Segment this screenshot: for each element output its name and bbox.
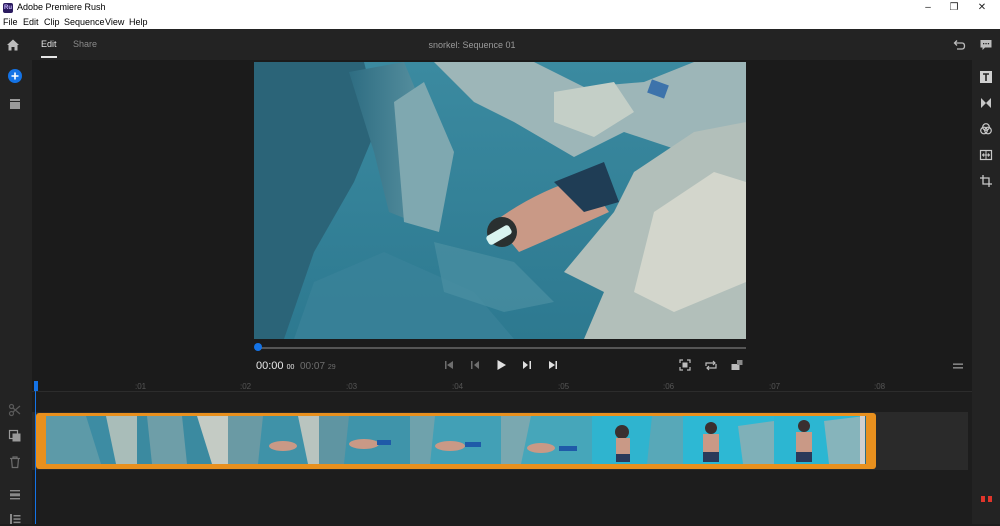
menu-view[interactable]: View [105, 17, 124, 27]
menu-sequence[interactable]: Sequence [64, 17, 105, 27]
crop-icon[interactable] [979, 174, 993, 188]
clip-thumbnail [592, 416, 683, 464]
duration-time: 00:07 [300, 361, 326, 372]
comment-icon[interactable] [979, 38, 993, 52]
tab-share[interactable]: Share [73, 39, 97, 49]
ruler-tick: :06 [663, 382, 675, 391]
add-icon[interactable] [8, 69, 22, 83]
close-button[interactable]: ✕ [972, 1, 992, 15]
right-toolbar [972, 60, 1000, 524]
window-titlebar: Ru Adobe Premiere Rush – ❐ ✕ [0, 0, 1000, 16]
titles-icon[interactable] [979, 70, 993, 84]
speed-icon[interactable] [979, 148, 993, 162]
loop-icon[interactable] [704, 358, 718, 372]
step-back-icon[interactable] [468, 358, 482, 372]
menu-edit[interactable]: Edit [23, 17, 39, 27]
delete-icon[interactable] [8, 455, 22, 469]
step-forward-icon[interactable] [520, 358, 534, 372]
panel-menu-icon[interactable] [951, 359, 965, 373]
timeline-clip[interactable] [36, 413, 876, 469]
split-icon[interactable] [8, 403, 22, 417]
transitions-icon[interactable] [979, 96, 993, 110]
track-controls-icon[interactable] [8, 487, 22, 501]
aspect-ratio-icon[interactable] [730, 358, 744, 372]
ruler-tick: :08 [874, 382, 886, 391]
clip-thumbnail [774, 416, 865, 464]
current-timecode: 00:00 00 [256, 360, 294, 372]
timeline-playhead-handle[interactable] [34, 381, 38, 391]
clip-thumbnail [137, 416, 228, 464]
minimize-button[interactable]: – [918, 1, 938, 15]
timeline-ruler[interactable] [32, 380, 972, 392]
go-to-start-icon[interactable] [442, 358, 456, 372]
undo-icon[interactable] [952, 38, 966, 52]
color-icon[interactable] [979, 122, 993, 136]
home-icon[interactable] [6, 38, 20, 52]
audio-meter-right [988, 496, 992, 502]
sequence-title: snorkel: Sequence 01 [428, 40, 516, 50]
menu-file[interactable]: File [3, 17, 18, 27]
clip-thumbnail [501, 416, 592, 464]
timeline-playhead-line [35, 391, 36, 524]
maximize-button[interactable]: ❐ [944, 1, 964, 15]
clip-thumbnail [46, 416, 137, 464]
menu-clip[interactable]: Clip [44, 17, 60, 27]
ruler-tick: :05 [558, 382, 570, 391]
playback-scrubber-track[interactable] [256, 347, 746, 349]
duplicate-icon[interactable] [8, 429, 22, 443]
top-bar: Edit Share snorkel: Sequence 01 [0, 29, 1000, 60]
current-time: 00:00 [256, 360, 284, 372]
video-preview[interactable] [254, 62, 746, 339]
active-tab-indicator [41, 56, 57, 58]
menu-help[interactable]: Help [129, 17, 148, 27]
ruler-tick: :04 [452, 382, 464, 391]
clip-thumbnail [319, 416, 410, 464]
ruler-tick: :07 [769, 382, 781, 391]
menu-bar: File Edit Clip Sequence View Help [0, 16, 1000, 29]
playback-scrubber-handle[interactable] [254, 343, 262, 351]
duration-timecode: 00:07 29 [300, 361, 336, 372]
left-toolbar [0, 60, 32, 524]
clip-filmstrip [46, 416, 866, 464]
duration-frames: 29 [327, 364, 336, 371]
clip-thumbnail [683, 416, 774, 464]
play-icon[interactable] [494, 358, 508, 372]
underwater-frame-image [254, 62, 746, 339]
fit-frame-icon[interactable] [678, 358, 692, 372]
audio-meter-left [981, 496, 985, 502]
go-to-end-icon[interactable] [546, 358, 560, 372]
window-title: Adobe Premiere Rush [17, 2, 106, 12]
ruler-tick: :03 [346, 382, 358, 391]
current-frames: 00 [286, 364, 295, 371]
ruler-tick: :02 [240, 382, 252, 391]
ruler-tick: :01 [135, 382, 147, 391]
premiere-rush-app-icon: Ru [3, 3, 13, 13]
media-icon[interactable] [8, 97, 22, 111]
clip-thumbnail [228, 416, 319, 464]
tab-edit[interactable]: Edit [41, 39, 57, 49]
clip-thumbnail [410, 416, 501, 464]
